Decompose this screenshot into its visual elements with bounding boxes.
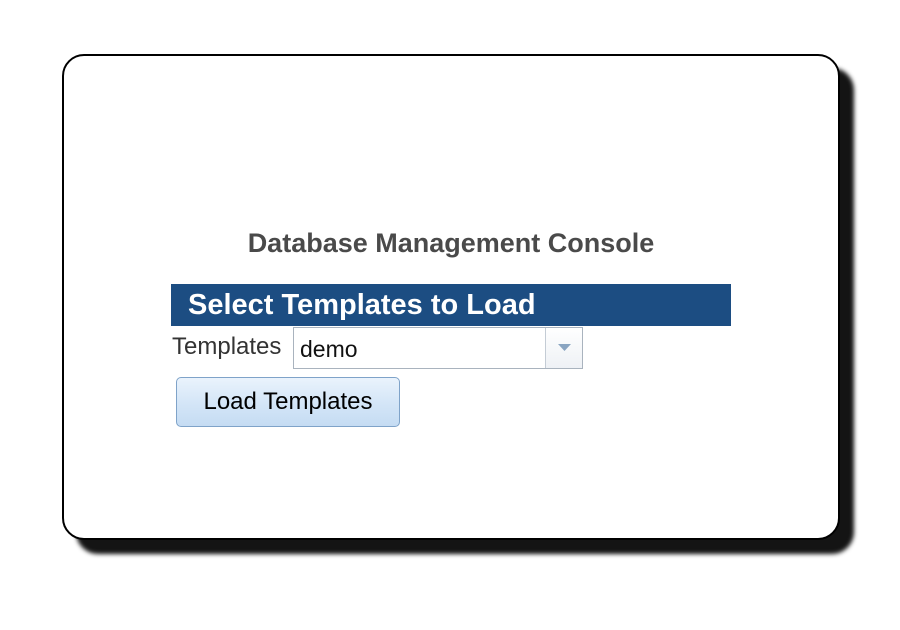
load-templates-button[interactable]: Load Templates	[176, 377, 400, 427]
templates-select[interactable]: demo	[293, 327, 583, 369]
chevron-down-icon	[558, 344, 571, 351]
page-title: Database Management Console	[247, 228, 655, 258]
section-header: Select Templates to Load	[171, 284, 731, 326]
console-dialog: Database Management Console Select Templ…	[62, 54, 840, 540]
templates-label: Templates	[172, 333, 282, 360]
templates-dropdown-trigger[interactable]	[545, 328, 582, 368]
templates-select-value: demo	[300, 336, 358, 362]
